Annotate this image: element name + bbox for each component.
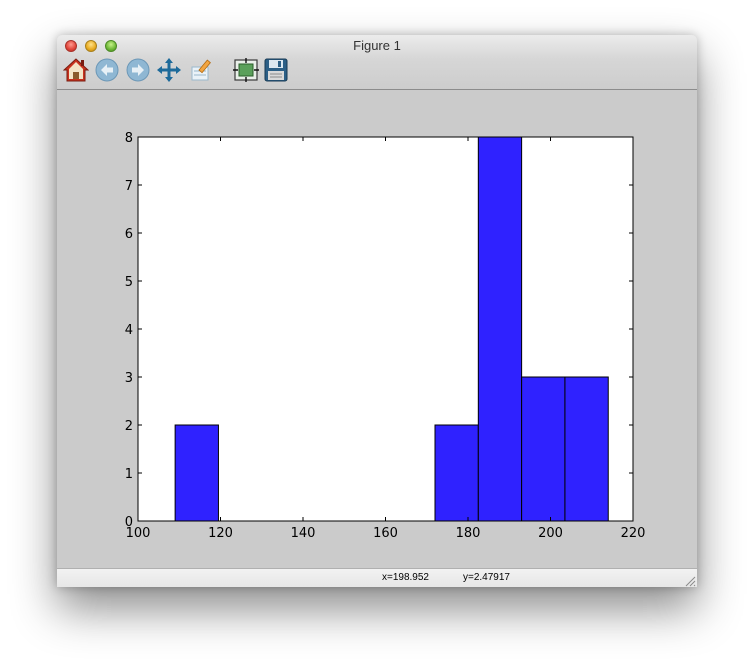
y-tick-label: 5: [125, 275, 133, 290]
zoom-to-rect-icon: [191, 59, 211, 81]
y-tick-label: 2: [125, 419, 133, 434]
y-tick-label: 0: [125, 515, 133, 530]
pan-icon: [157, 58, 181, 82]
x-tick-label: 200: [538, 526, 563, 541]
x-tick-label: 120: [208, 526, 233, 541]
home-icon: [63, 58, 89, 82]
x-tick-label: 180: [456, 526, 481, 541]
save-floppy-icon: [264, 58, 288, 82]
figure-window: Figure 1 100 120 140 160 180 200 220 0 1…: [57, 35, 697, 587]
y-tick-label: 7: [125, 179, 133, 194]
pan-button[interactable]: [156, 57, 182, 83]
configure-subplots-button[interactable]: [233, 57, 259, 83]
x-tick-label: 220: [621, 526, 646, 541]
forward-button[interactable]: [125, 57, 151, 83]
histogram-bar: [521, 376, 566, 522]
cursor-y-readout: y=2.47917: [463, 572, 510, 583]
histogram-bar: [174, 424, 219, 522]
y-tick-label: 8: [125, 131, 133, 146]
histogram-bar: [564, 376, 609, 522]
zoom-to-rect-button[interactable]: [189, 57, 215, 83]
forward-arrow-icon: [126, 58, 150, 82]
back-arrow-icon: [95, 58, 119, 82]
save-figure-button[interactable]: [263, 57, 289, 83]
back-button[interactable]: [94, 57, 120, 83]
histogram-bar: [434, 424, 479, 522]
resize-grip-icon[interactable]: [684, 575, 696, 587]
figure-canvas[interactable]: 100 120 140 160 180 200 220012345678: [57, 90, 697, 568]
subplots-configure-icon: [233, 58, 259, 82]
x-tick-label: 160: [373, 526, 398, 541]
y-tick-label: 3: [125, 371, 133, 386]
cursor-x-readout: x=198.952: [382, 572, 429, 583]
home-button[interactable]: [63, 57, 89, 83]
status-bar: x=198.952 y=2.47917: [57, 568, 697, 587]
title-bar[interactable]: Figure 1: [57, 35, 697, 90]
y-tick-label: 6: [125, 227, 133, 242]
x-tick-label: 140: [291, 526, 316, 541]
window-title: Figure 1: [353, 38, 401, 53]
y-tick-label: 4: [125, 323, 133, 338]
histogram-bar: [477, 136, 523, 522]
y-tick-label: 1: [125, 467, 133, 482]
